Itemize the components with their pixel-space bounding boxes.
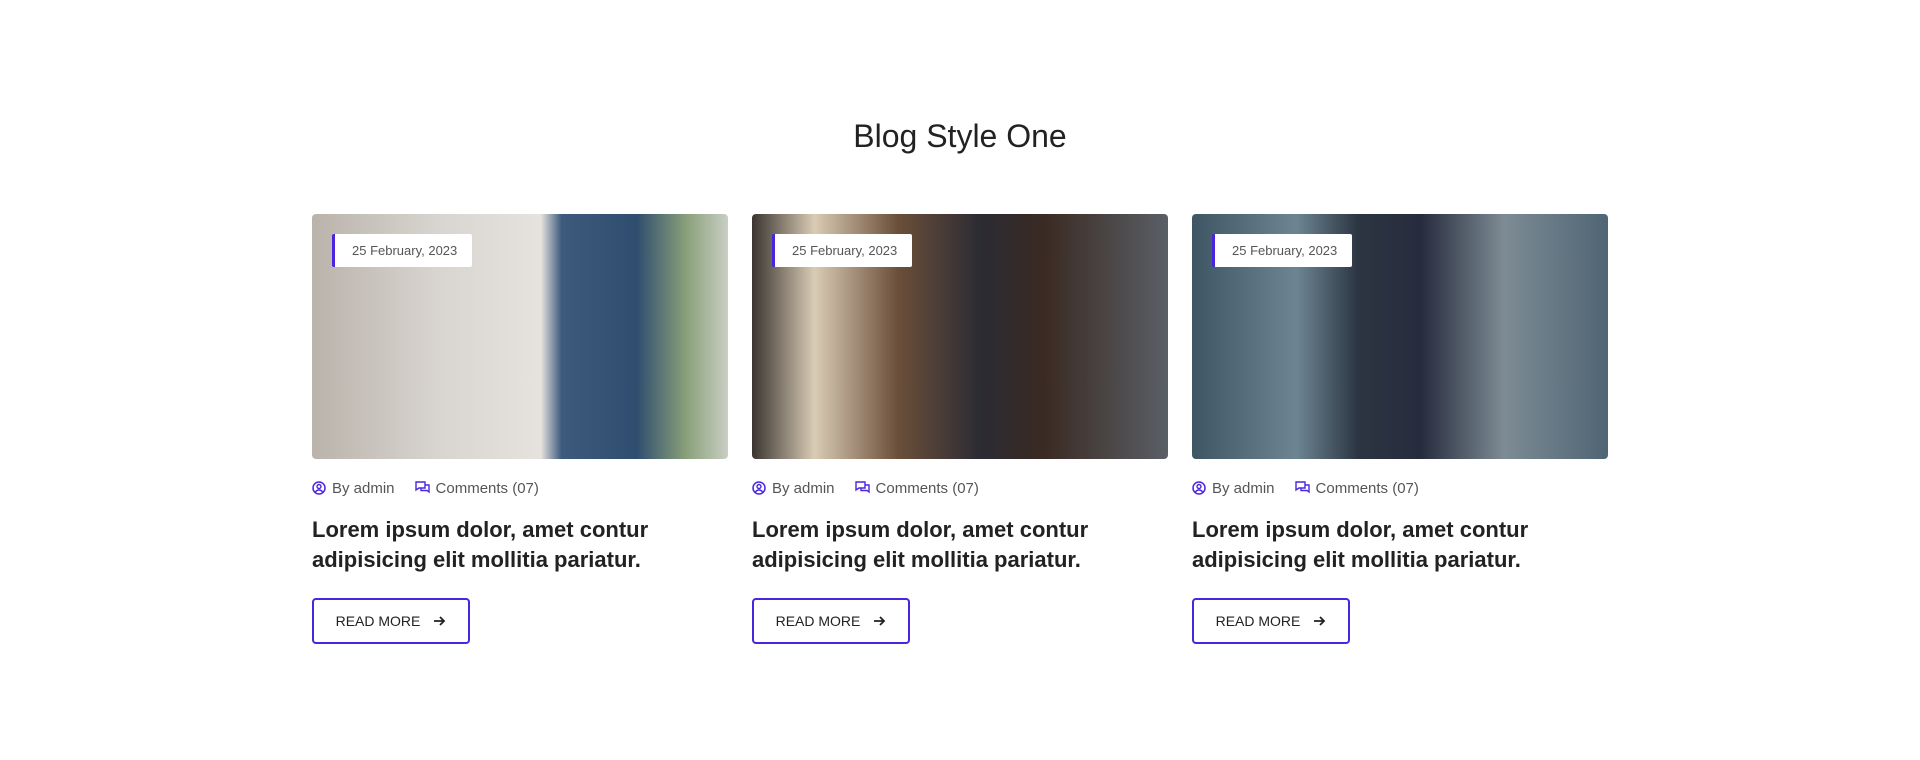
comments-label: Comments (07) bbox=[1315, 479, 1419, 497]
comments-link[interactable]: Comments (07) bbox=[414, 479, 539, 497]
date-badge: 25 February, 2023 bbox=[1212, 234, 1353, 267]
read-more-button[interactable]: READ MORE bbox=[752, 598, 910, 644]
comments-icon bbox=[414, 481, 430, 494]
read-more-button[interactable]: READ MORE bbox=[1192, 598, 1350, 644]
blog-card: 25 February, 2023 By admin Comments (07)… bbox=[752, 214, 1168, 644]
author-link[interactable]: By admin bbox=[1192, 480, 1275, 497]
read-more-label: READ MORE bbox=[1215, 613, 1301, 629]
post-image[interactable]: 25 February, 2023 bbox=[312, 214, 728, 459]
post-meta: By admin Comments (07) bbox=[1192, 478, 1608, 498]
comments-icon bbox=[1294, 481, 1310, 494]
user-circle-icon bbox=[1192, 481, 1206, 495]
date-badge: 25 February, 2023 bbox=[772, 234, 913, 267]
section-heading: Blog Style One bbox=[853, 118, 1067, 154]
arrow-right-icon bbox=[434, 616, 446, 626]
user-circle-icon bbox=[752, 481, 766, 495]
author-label: By admin bbox=[1212, 479, 1275, 497]
post-title[interactable]: Lorem ipsum dolor, amet contur adipisici… bbox=[1192, 515, 1608, 575]
comments-label: Comments (07) bbox=[435, 479, 539, 497]
comments-label: Comments (07) bbox=[875, 479, 979, 497]
post-image[interactable]: 25 February, 2023 bbox=[752, 214, 1168, 459]
arrow-right-icon bbox=[874, 616, 886, 626]
blog-card: 25 February, 2023 By admin Comments (07)… bbox=[1192, 214, 1608, 644]
blog-card: 25 February, 2023 By admin Comments (07)… bbox=[312, 214, 728, 644]
user-circle-icon bbox=[312, 481, 326, 495]
author-link[interactable]: By admin bbox=[312, 480, 395, 497]
author-link[interactable]: By admin bbox=[752, 480, 835, 497]
arrow-right-icon bbox=[1314, 616, 1326, 626]
author-label: By admin bbox=[332, 479, 395, 497]
read-more-label: READ MORE bbox=[335, 613, 421, 629]
post-title[interactable]: Lorem ipsum dolor, amet contur adipisici… bbox=[312, 515, 728, 575]
post-image[interactable]: 25 February, 2023 bbox=[1192, 214, 1608, 459]
date-badge: 25 February, 2023 bbox=[332, 234, 473, 267]
comments-link[interactable]: Comments (07) bbox=[1294, 479, 1419, 497]
post-meta: By admin Comments (07) bbox=[312, 478, 728, 498]
read-more-label: READ MORE bbox=[775, 613, 861, 629]
comments-link[interactable]: Comments (07) bbox=[854, 479, 979, 497]
comments-icon bbox=[854, 481, 870, 494]
read-more-button[interactable]: READ MORE bbox=[312, 598, 470, 644]
post-meta: By admin Comments (07) bbox=[752, 478, 1168, 498]
author-label: By admin bbox=[772, 479, 835, 497]
post-title[interactable]: Lorem ipsum dolor, amet contur adipisici… bbox=[752, 515, 1168, 575]
